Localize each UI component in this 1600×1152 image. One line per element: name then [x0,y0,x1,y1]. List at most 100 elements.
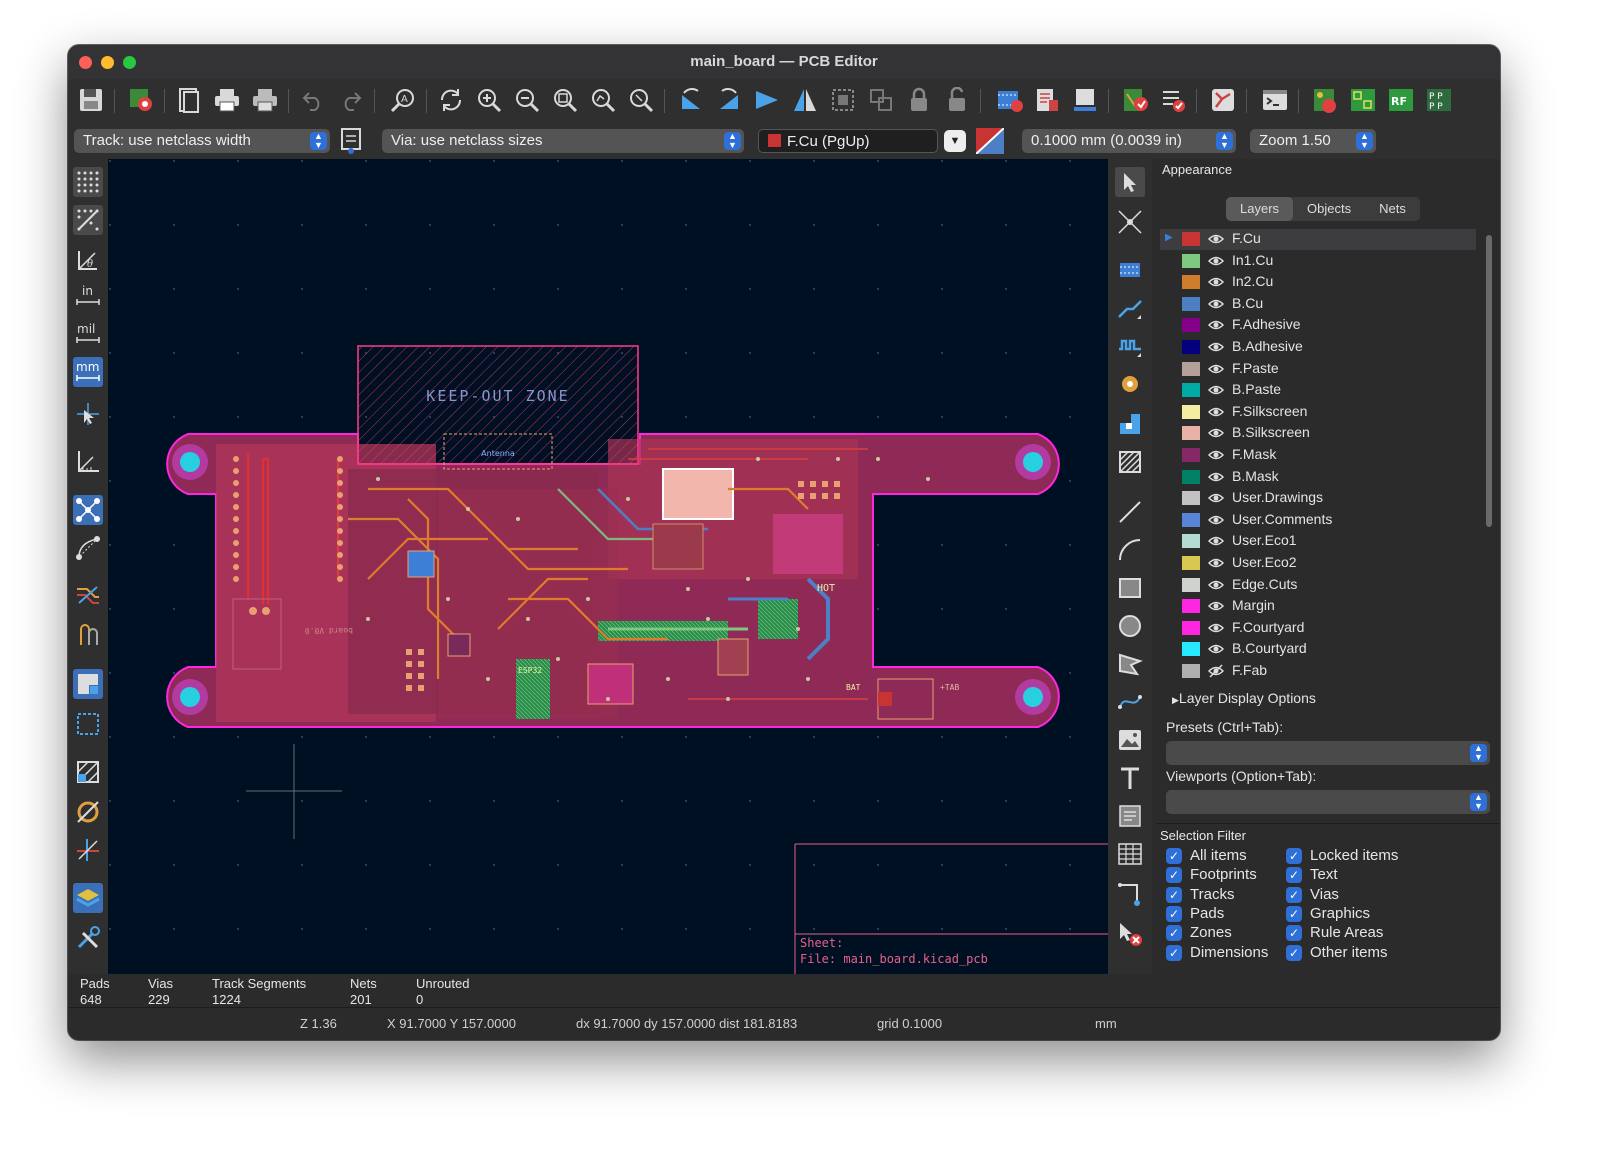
layer-row[interactable]: F.Courtyard [1160,618,1476,639]
layer-row[interactable]: In2.Cu [1160,272,1476,293]
plugin-rf-icon[interactable]: RF [1386,85,1416,115]
add-table-icon[interactable] [1115,839,1145,869]
autowidth-icon[interactable] [336,125,366,155]
eye-icon[interactable] [1207,642,1225,656]
layer-color-swatch[interactable] [1182,340,1200,354]
add-text-icon[interactable] [1115,763,1145,793]
zoom-objects-icon[interactable] [588,85,618,115]
add-footprint-icon[interactable] [1115,255,1145,285]
eye-icon[interactable] [1207,621,1225,635]
layer-color-swatch[interactable] [1182,232,1200,246]
layer-pair-icon[interactable] [975,127,1005,155]
layer-row[interactable]: User.Eco2 [1160,553,1476,574]
erc-list-icon[interactable] [1158,85,1188,115]
footprint-editor-icon[interactable] [1070,85,1100,115]
add-textbox-icon[interactable] [1115,801,1145,831]
tune-length-icon[interactable] [1115,331,1145,361]
grid-icon[interactable] [73,167,103,197]
layer-color-swatch[interactable] [1182,512,1200,527]
eye-icon[interactable] [1207,491,1225,505]
unlock-icon[interactable] [942,85,972,115]
ratsnest-icon[interactable] [73,495,103,525]
scripting-console-icon[interactable] [1260,85,1290,115]
layer-row[interactable]: User.Comments [1160,510,1476,531]
eye-icon[interactable] [1207,578,1225,592]
local-ratsnest-icon[interactable] [1115,207,1145,237]
layer-color-swatch[interactable] [1182,296,1200,311]
rotate-ccw-icon[interactable] [676,85,706,115]
tab-layers[interactable]: Layers [1226,197,1294,221]
eye-icon[interactable] [1207,556,1225,570]
mirror-horizontal-icon[interactable] [752,85,782,115]
draw-circle-icon[interactable] [1115,611,1145,641]
layers-scrollbar[interactable] [1486,235,1492,527]
page-settings-icon[interactable] [174,85,204,115]
add-rule-area-icon[interactable] [1115,447,1145,477]
layer-color-swatch[interactable] [1182,361,1200,376]
zoom-select[interactable]: Zoom 1.50 ▲ ▼ [1250,129,1376,153]
board-setup-icon[interactable] [126,85,156,115]
layer-row[interactable]: ▶ F.Cu [1160,229,1476,250]
schematic-icon[interactable] [1032,85,1062,115]
add-via-icon[interactable] [1115,369,1145,399]
hv-45-icon[interactable] [73,835,103,865]
layer-color-swatch[interactable] [1182,318,1200,333]
eye-icon[interactable] [1207,599,1225,613]
layer-color-swatch[interactable] [1182,534,1200,549]
save-icon[interactable] [76,85,106,115]
layer-color-swatch[interactable] [1182,448,1200,462]
layer-row[interactable]: User.Drawings [1160,488,1476,509]
zoom-out-icon[interactable] [512,85,542,115]
layer-select[interactable]: F.Cu (PgUp) [758,129,938,153]
pcb-canvas[interactable]: KEEP-OUT ZONE Antenna HOT BAT +TAB ESP32… [108,159,1108,974]
add-image-icon[interactable] [1115,725,1145,755]
eye-icon[interactable] [1207,664,1225,678]
eye-icon[interactable] [1207,426,1225,440]
layer-color-swatch[interactable] [1182,620,1200,635]
cursor-icon[interactable] [73,399,103,429]
layer-color-swatch[interactable] [1182,383,1200,398]
eye-icon[interactable] [1207,297,1225,311]
layer-display-options-toggle[interactable]: ▶Layer Display Options [1172,690,1316,706]
plugin-teardrops-icon[interactable] [1310,85,1340,115]
mirror-vertical-icon[interactable] [790,85,820,115]
units-mm-icon[interactable]: mm [73,357,103,387]
draw-line-icon[interactable] [1115,497,1145,527]
show-vias-icon[interactable] [73,619,103,649]
add-filled-zone-icon[interactable] [1115,409,1145,439]
viewports-select[interactable]: ▲ ▼ [1166,790,1490,814]
layer-row[interactable]: B.Adhesive [1160,337,1476,358]
redo-icon[interactable] [336,85,366,115]
draw-bezier-icon[interactable] [1115,687,1145,717]
layer-color-swatch[interactable] [1182,275,1200,290]
layer-dropdown-button[interactable]: ▼ [944,130,966,152]
undo-icon[interactable] [298,85,328,115]
layer-row[interactable]: B.Mask [1160,467,1476,488]
zoom-fit-icon[interactable] [550,85,580,115]
draw-polygon-icon[interactable] [1115,649,1145,679]
plugin-pp-icon[interactable]: P PP P [1424,85,1454,115]
grid-select[interactable]: 0.1000 mm (0.0039 in) ▲ ▼ [1022,129,1236,153]
pad-display-icon[interactable] [73,797,103,827]
layer-color-swatch[interactable] [1182,642,1200,657]
layer-color-swatch[interactable] [1182,426,1200,441]
eye-icon[interactable] [1207,254,1225,268]
zone-outline-icon[interactable] [73,709,103,739]
layers-manager-icon[interactable] [73,883,103,913]
eye-icon[interactable] [1207,405,1225,419]
layer-row[interactable]: F.Adhesive [1160,315,1476,336]
drc-icon[interactable] [1120,85,1150,115]
layer-row[interactable]: B.Cu [1160,294,1476,315]
eye-icon[interactable] [1207,383,1225,397]
eye-icon[interactable] [1207,448,1225,462]
eye-icon[interactable] [1207,362,1225,376]
layer-row[interactable]: Edge.Cuts [1160,575,1476,596]
add-dimension-icon[interactable] [1115,879,1145,909]
units-mil-icon[interactable]: mil [73,319,103,349]
layer-row[interactable]: B.Paste [1160,380,1476,401]
zone-fill-icon[interactable] [73,669,103,699]
eye-icon[interactable] [1207,318,1225,332]
layer-color-swatch[interactable] [1182,404,1200,419]
curved-ratsnest-icon[interactable] [73,533,103,563]
eye-icon[interactable] [1207,232,1225,246]
